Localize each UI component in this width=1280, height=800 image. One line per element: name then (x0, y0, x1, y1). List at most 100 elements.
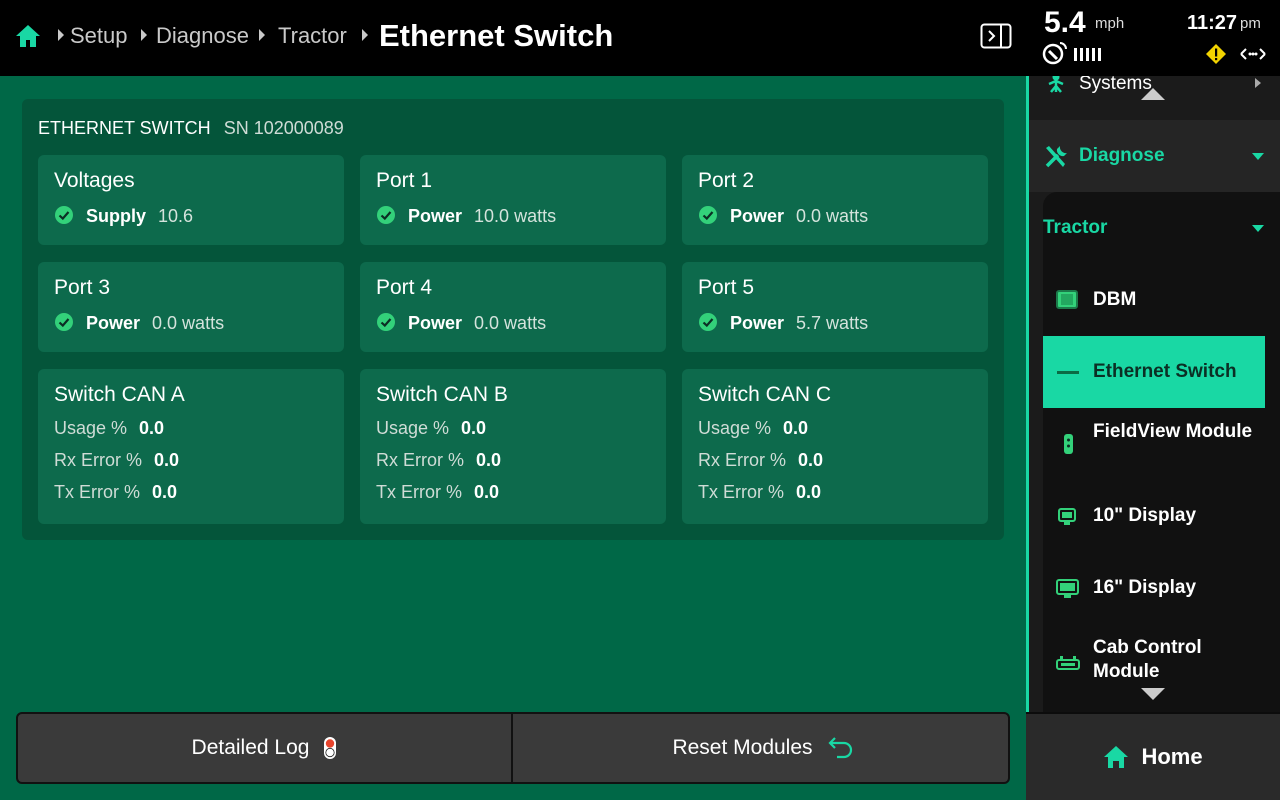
rx-error-row: Rx Error % 0.0 (698, 449, 823, 471)
port-1-tile: Port 1 Power 10.0 watts (360, 155, 666, 245)
breadcrumb-setup[interactable]: Setup (70, 22, 128, 50)
tile-row: Power 0.0 watts (54, 312, 224, 334)
sidebar-item-diagnose[interactable]: Diagnose (1029, 120, 1280, 192)
rx-error-label: Rx Error % (698, 450, 787, 470)
usage-label: Usage % (698, 418, 772, 438)
sidebar-item-10-display[interactable]: 10" Display (1043, 480, 1265, 552)
breadcrumb-chevron-icon (259, 29, 265, 41)
tx-error-label: Tx Error % (698, 482, 785, 502)
sidebar-item-cab-control-module[interactable]: Cab Control Module (1043, 624, 1265, 696)
check-icon (699, 206, 717, 224)
sidebar: Systems Diagnose Tractor DBM Ethernet Sw… (1026, 76, 1280, 712)
tx-error-row: Tx Error % 0.0 (698, 481, 821, 503)
clock-ampm: pm (1240, 15, 1261, 32)
clock-time: 11:27 (1187, 12, 1238, 34)
sidebar-item-fieldview-module[interactable]: FieldView Module (1043, 408, 1265, 480)
tx-error-row: Tx Error % 0.0 (54, 481, 177, 503)
usage-row: Usage % 0.0 (698, 417, 808, 439)
chevron-down-icon (1252, 225, 1264, 232)
tile-title: Port 5 (698, 276, 755, 299)
port-2-tile: Port 2 Power 0.0 watts (682, 155, 988, 245)
tile-label: Power (408, 313, 463, 333)
warning-icon[interactable] (1205, 43, 1227, 65)
breadcrumb-tractor[interactable]: Tractor (278, 22, 347, 50)
rx-error-row: Rx Error % 0.0 (54, 449, 179, 471)
speed-unit: mph (1095, 15, 1125, 32)
panel-toggle-icon[interactable] (980, 23, 1012, 49)
sidebar-item-label: Ethernet Switch (1093, 361, 1237, 382)
sidebar-item-16-display[interactable]: 16" Display (1043, 552, 1265, 624)
usage-value: 0.0 (139, 418, 165, 438)
tile-row: Power 0.0 watts (698, 205, 868, 227)
check-icon (55, 313, 73, 331)
tile-label: Power (86, 313, 141, 333)
chevron-right-icon (1255, 78, 1261, 88)
port-5-tile: Port 5 Power 5.7 watts (682, 262, 988, 352)
gps-satellite-icon[interactable] (1042, 40, 1068, 66)
tile-label: Power (730, 206, 785, 226)
rx-error-value: 0.0 (476, 450, 502, 470)
serial-number: SN 102000089 (223, 118, 344, 138)
signal-strength-icon (1074, 48, 1101, 61)
chevron-down-icon (1252, 153, 1264, 160)
scroll-down-icon[interactable] (1141, 688, 1165, 700)
tile-row: Power 10.0 watts (376, 205, 556, 227)
switch-can-c-tile: Switch CAN C Usage % 0.0 Rx Error % 0.0 Tx… (682, 369, 988, 524)
page-title: Ethernet Switch (379, 18, 614, 53)
tx-error-value: 0.0 (152, 482, 178, 502)
connection-icon[interactable] (1239, 45, 1267, 63)
sidebar-item-label: 16" Display (1093, 577, 1197, 598)
sidebar-item-systems[interactable]: Systems (1029, 76, 1280, 112)
breadcrumb-diagnose[interactable]: Diagnose (156, 22, 249, 50)
log-indicator-icon (324, 737, 337, 759)
tile-title: Port 2 (698, 169, 755, 192)
tile-row: Power 0.0 watts (376, 312, 546, 334)
sidebar-tractor-label: Tractor (1043, 217, 1108, 238)
action-bar: Detailed Log Reset Modules (16, 712, 1010, 784)
rx-error-label: Rx Error % (54, 450, 143, 470)
home-icon[interactable] (14, 22, 42, 50)
usage-label: Usage % (376, 418, 450, 438)
check-icon (55, 206, 73, 224)
sidebar-diagnose-label: Diagnose (1079, 145, 1165, 166)
scroll-up-icon[interactable] (1141, 88, 1165, 100)
tractor-group: Tractor DBM Ethernet Switch FieldView Mo… (1043, 192, 1280, 712)
tile-label: Supply (86, 206, 147, 226)
ethernet-switch-card: ETHERNET SWITCH SN 102000089 Voltages Su… (22, 99, 1004, 540)
rx-error-label: Rx Error % (376, 450, 465, 470)
sidebar-item-label: FieldView Module (1093, 421, 1253, 442)
home-button[interactable]: Home (1026, 712, 1280, 800)
usage-label: Usage % (54, 418, 128, 438)
detailed-log-button[interactable]: Detailed Log (18, 714, 513, 782)
sidebar-item-label: Cab Control Module (1093, 637, 1202, 682)
sidebar-item-dbm[interactable]: DBM (1043, 264, 1265, 336)
usage-value: 0.0 (461, 418, 487, 438)
dbm-icon (1056, 290, 1078, 309)
breadcrumb-chevron-icon (141, 29, 147, 41)
usage-value: 0.0 (783, 418, 809, 438)
tile-title: Switch CAN C (698, 383, 832, 406)
tile-value: 10.6 (158, 206, 194, 226)
voltages-tile: Voltages Supply 10.6 (38, 155, 344, 245)
cab-control-icon (1056, 656, 1080, 670)
reset-arrow-icon (827, 737, 852, 759)
tx-error-value: 0.0 (796, 482, 822, 502)
display-16-icon (1056, 579, 1079, 598)
tx-error-label: Tx Error % (54, 482, 141, 502)
detailed-log-label: Detailed Log (191, 736, 310, 759)
tile-value: 10.0 watts (474, 206, 557, 226)
tile-value: 5.7 watts (796, 313, 869, 333)
switch-can-b-tile: Switch CAN B Usage % 0.0 Rx Error % 0.0 Tx… (360, 369, 666, 524)
tx-error-value: 0.0 (474, 482, 500, 502)
sidebar-item-ethernet-switch[interactable]: Ethernet Switch (1043, 336, 1265, 408)
fieldview-module-icon (1064, 434, 1073, 454)
breadcrumb-chevron-icon (362, 29, 368, 41)
display-10-icon (1058, 508, 1076, 525)
check-icon (377, 206, 395, 224)
tile-title: Port 3 (54, 276, 111, 299)
sidebar-item-tractor[interactable]: Tractor (1043, 192, 1280, 264)
ethernet-switch-icon (1057, 371, 1079, 374)
reset-modules-button[interactable]: Reset Modules (515, 714, 1010, 782)
rx-error-value: 0.0 (798, 450, 824, 470)
tile-label: Power (730, 313, 785, 333)
